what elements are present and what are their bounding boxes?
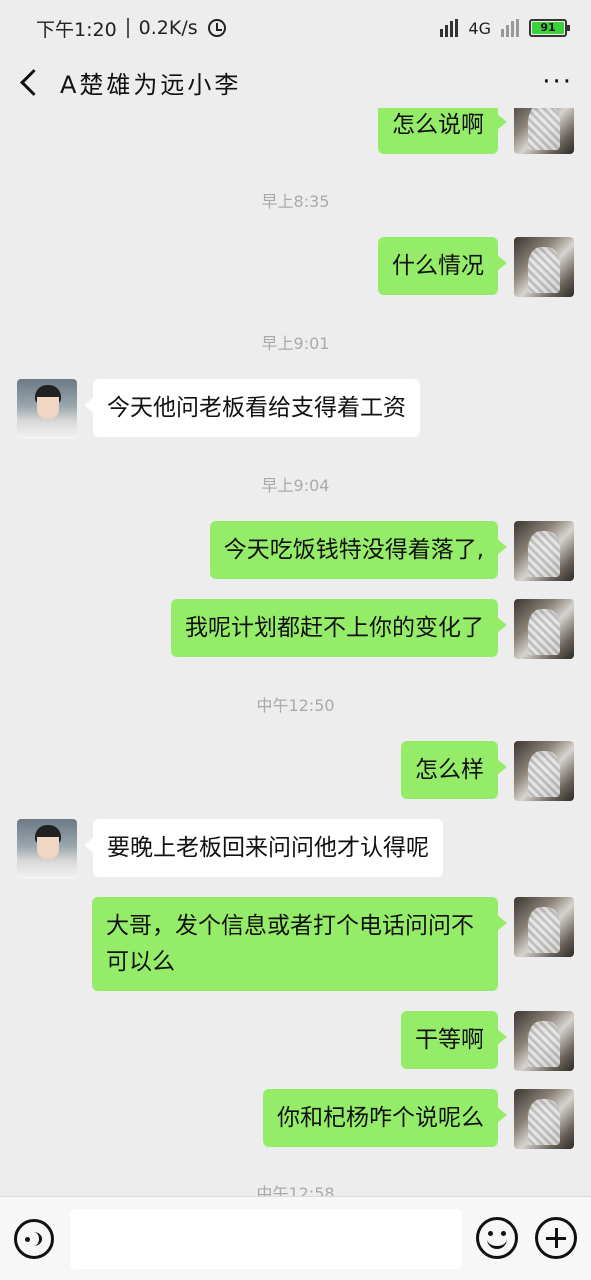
chat-title: A楚雄为远小李: [60, 70, 242, 99]
chat-area[interactable]: 怎么说啊 早上8:35 什么情况 早上9:01 今天他问老板看给支得着工资 早上…: [0, 108, 591, 1196]
alarm-icon: [207, 19, 226, 37]
avatar[interactable]: [514, 108, 574, 154]
input-bar: [0, 1196, 591, 1280]
status-right: 4G 91: [440, 18, 570, 38]
back-icon[interactable]: [18, 71, 40, 93]
timestamp: 中午12:58: [256, 1184, 335, 1196]
avatar[interactable]: [17, 379, 77, 439]
avatar[interactable]: [514, 521, 574, 581]
status-divider: [126, 18, 129, 38]
battery-icon: 91: [529, 19, 570, 37]
avatar[interactable]: [514, 1011, 574, 1071]
more-icon[interactable]: ···: [542, 69, 573, 95]
avatar[interactable]: [514, 1089, 574, 1149]
message-bubble-self[interactable]: 你和杞杨咋个说呢么: [263, 1089, 507, 1147]
message-bubble-self[interactable]: 大哥，发个信息或者打个电话问问不可以么: [92, 897, 507, 991]
timestamp: 早上9:01: [261, 334, 330, 353]
message-bubble-self[interactable]: 今天吃饭钱特没得着落了,: [209, 521, 508, 579]
message-bubble-other[interactable]: 要晚上老板回来问问他才认得呢: [84, 819, 443, 877]
message-bubble-self[interactable]: 怎么样: [401, 741, 507, 799]
timestamp: 中午12:50: [256, 696, 335, 715]
plus-icon[interactable]: [535, 1217, 577, 1259]
status-bar: 下午1:20 0.2K/s 4G 91: [0, 0, 591, 56]
avatar[interactable]: [514, 237, 574, 297]
emoji-icon[interactable]: [476, 1217, 518, 1259]
avatar[interactable]: [514, 741, 574, 801]
chat-header: A楚雄为远小李 ···: [0, 56, 591, 108]
timestamp: 早上8:35: [261, 192, 330, 211]
message-bubble-self[interactable]: 什么情况: [378, 237, 507, 295]
status-left: 下午1:20 0.2K/s: [36, 15, 226, 42]
message-bubble-self[interactable]: 我呢计划都赶不上你的变化了: [171, 599, 507, 657]
network-speed: 0.2K/s: [138, 17, 198, 39]
avatar[interactable]: [514, 897, 574, 957]
avatar[interactable]: [17, 819, 77, 879]
message-bubble-self[interactable]: 干等啊: [401, 1011, 507, 1069]
network-type: 4G: [468, 18, 491, 38]
avatar[interactable]: [514, 599, 574, 659]
voice-icon[interactable]: [14, 1219, 54, 1259]
message-input[interactable]: [70, 1209, 462, 1269]
message-bubble-self[interactable]: 怎么说啊: [378, 108, 507, 154]
battery-level: 91: [532, 22, 564, 34]
signal-icon-2: [501, 19, 519, 37]
status-time: 下午1:20: [36, 18, 117, 41]
message-bubble-other[interactable]: 今天他问老板看给支得着工资: [84, 379, 420, 437]
signal-icon: [440, 19, 459, 37]
timestamp: 早上9:04: [261, 476, 330, 495]
